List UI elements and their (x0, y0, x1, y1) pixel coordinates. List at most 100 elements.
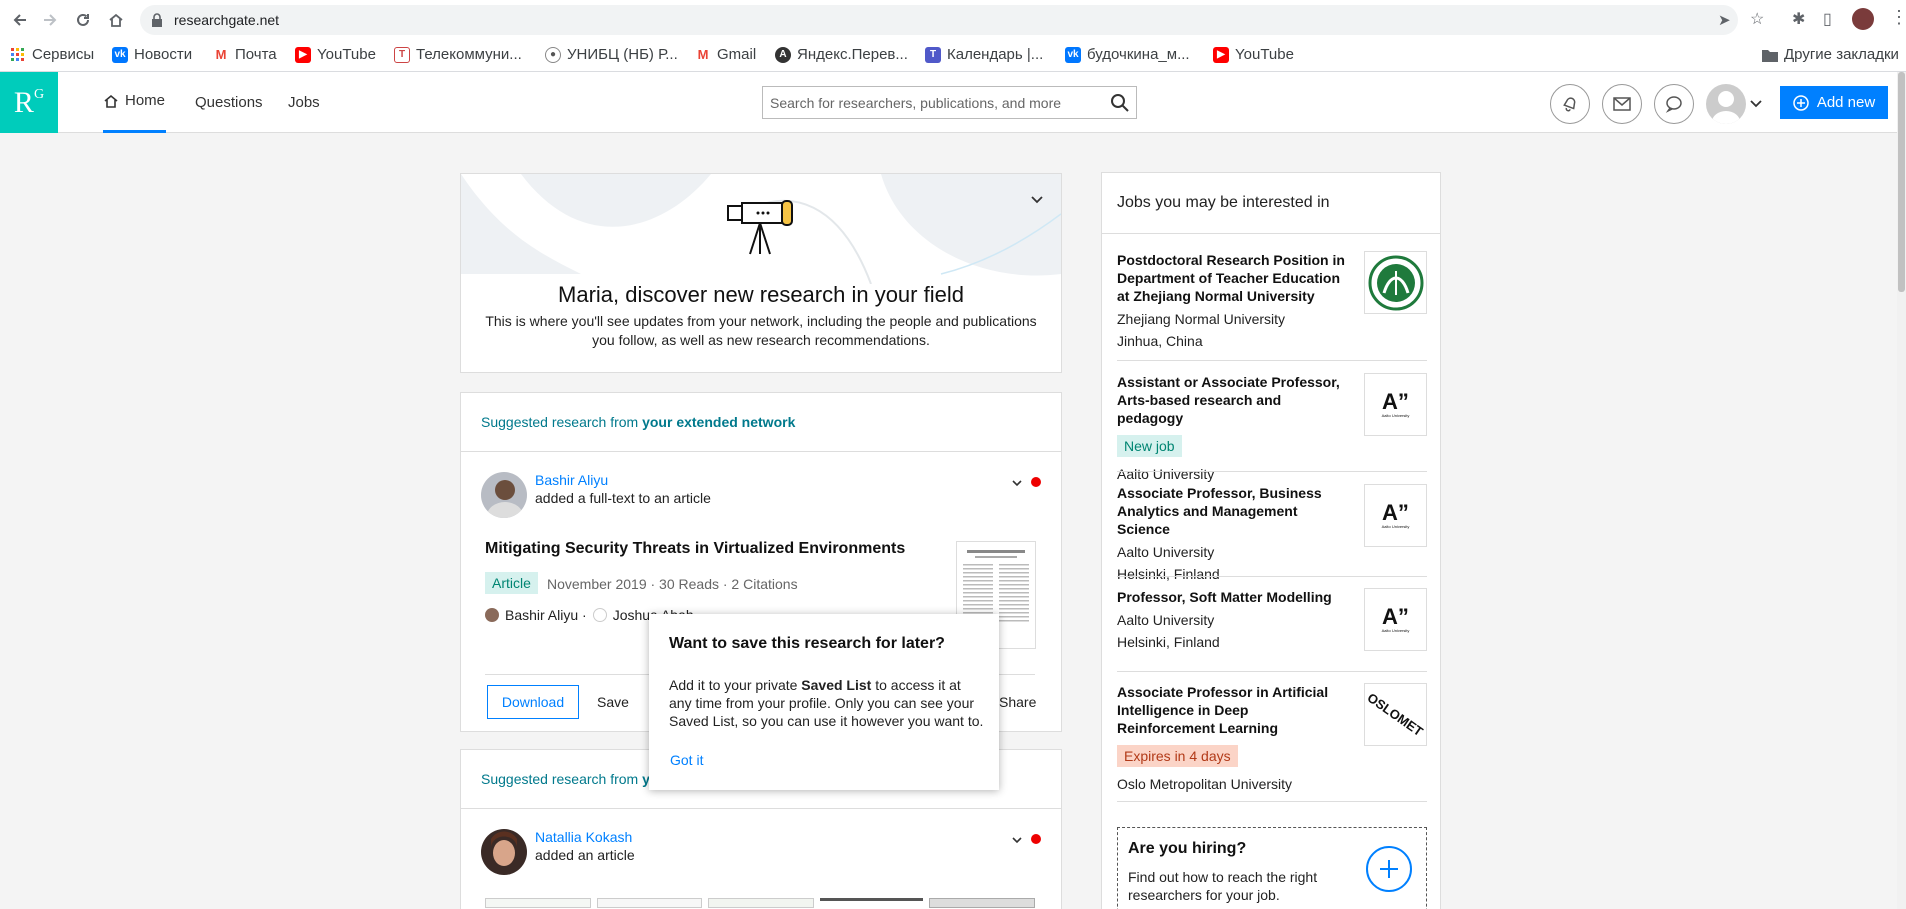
got-it-button[interactable]: Got it (670, 752, 703, 768)
unread-dot (1031, 834, 1041, 844)
divider (1117, 671, 1427, 672)
bookmark-item[interactable]: ▶ YouTube (295, 46, 376, 63)
bookmark-item[interactable]: ● УНИБЦ (НБ) Р... (545, 46, 678, 63)
author-link[interactable]: Bashir Aliyu (535, 472, 608, 488)
teams-icon: T (925, 46, 941, 63)
chat-button[interactable] (1654, 84, 1694, 124)
gmail-icon: M (697, 47, 709, 62)
chevron-down-icon[interactable] (1011, 834, 1023, 846)
popup-title: Want to save this research for later? (669, 635, 945, 652)
bookmark-item[interactable]: M Gmail (695, 46, 757, 63)
notifications-button[interactable] (1550, 84, 1590, 124)
mail-icon (1613, 97, 1631, 111)
bookmark-item[interactable]: T Календарь |... (925, 46, 1043, 63)
job-item[interactable]: Associate Professor, Business Analytics … (1117, 484, 1427, 582)
scrollbar-thumb[interactable] (1898, 72, 1905, 292)
bookmark-item[interactable]: vk будочкина_м... (1065, 46, 1190, 63)
figure-thumbnail[interactable] (596, 898, 703, 908)
figure-thumbnail[interactable] (485, 898, 591, 908)
divider (1117, 801, 1427, 802)
avatar[interactable] (481, 472, 527, 518)
tab-questions[interactable]: Questions (195, 94, 263, 111)
job-title[interactable]: Assistant or Associate Professor, Arts-b… (1117, 373, 1347, 427)
author-name[interactable]: Bashir Aliyu · (505, 607, 587, 623)
search-input[interactable]: Search for researchers, publications, an… (762, 86, 1137, 119)
extended-network-link[interactable]: your extended network (642, 414, 795, 430)
avatar[interactable] (481, 829, 527, 875)
hiring-text: Find out how to reach the right research… (1128, 869, 1318, 903)
divider (461, 808, 1061, 809)
tab-home[interactable]: Home (103, 92, 165, 109)
job-title[interactable]: Professor, Soft Matter Modelling (1117, 588, 1347, 606)
bookmark-star-icon[interactable]: ☆ (1750, 9, 1764, 29)
back-icon[interactable] (8, 8, 32, 32)
tab-jobs[interactable]: Jobs (288, 94, 320, 111)
figure-thumbnail[interactable] (708, 898, 814, 908)
bookmark-item[interactable]: ▶ YouTube (1213, 46, 1294, 63)
university-seal-logo (1364, 251, 1427, 314)
publication-title[interactable]: Mitigating Security Threats in Virtualiz… (485, 540, 905, 558)
divider (1102, 233, 1440, 234)
researchgate-logo[interactable]: RG (0, 72, 58, 133)
messages-button[interactable] (1602, 84, 1642, 124)
hero-text: This is where you'll see updates from yo… (485, 313, 1037, 348)
address-bar[interactable]: researchgate.net ➤ (140, 5, 1738, 35)
extensions-icon[interactable]: ✱ (1792, 9, 1805, 29)
figure-thumbnail[interactable] (929, 898, 1035, 908)
feed-heading: Suggested research from your extended ne… (481, 414, 796, 430)
bookmark-item[interactable]: Сервисы (10, 46, 94, 63)
job-title[interactable]: Associate Professor in Artificial Intell… (1117, 683, 1347, 737)
aalto-logo: A” Aalto University (1364, 588, 1427, 651)
chat-bubble-icon (1665, 96, 1682, 113)
menu-dots-icon[interactable]: ⋮ (1890, 7, 1906, 28)
hiring-title: Are you hiring? (1128, 840, 1247, 857)
browser-toolbar: researchgate.net ➤ ☆ ✱ ▯ ⋮ (0, 0, 1906, 40)
author-avatar (485, 608, 499, 622)
job-item[interactable]: Postdoctoral Research Position in Depart… (1117, 251, 1427, 349)
oslomet-logo: OSLOMET (1364, 683, 1427, 746)
add-new-button[interactable]: Add new (1780, 86, 1888, 119)
send-icon[interactable]: ➤ (1718, 11, 1731, 29)
share-button[interactable]: Share (999, 694, 1036, 710)
author-link[interactable]: Natallia Kokash (535, 829, 632, 845)
other-bookmarks[interactable]: Другие закладки (1762, 46, 1899, 63)
job-item[interactable]: Associate Professor in Artificial Intell… (1117, 683, 1427, 792)
bookmark-item[interactable]: M Почта (213, 46, 277, 63)
bell-icon (1563, 97, 1576, 112)
jobs-title: Jobs you may be interested in (1117, 194, 1330, 211)
article-badge: Article (485, 572, 538, 594)
vk-icon: vk (1065, 46, 1081, 63)
save-tooltip-popup: Want to save this research for later? Ad… (649, 614, 999, 790)
author-avatar (592, 608, 607, 622)
hiring-promo[interactable]: Are you hiring? Find out how to reach th… (1117, 827, 1427, 909)
home-icon (104, 94, 118, 108)
home-icon[interactable] (104, 8, 128, 32)
profile-avatar-icon[interactable] (1852, 8, 1874, 30)
chevron-down-icon[interactable] (1031, 196, 1043, 204)
job-item[interactable]: Assistant or Associate Professor, Arts-b… (1117, 373, 1427, 482)
download-button[interactable]: Download (487, 685, 579, 719)
popup-body: Add it to your private Saved List to acc… (669, 677, 984, 729)
job-item[interactable]: Professor, Soft Matter Modelling Aalto U… (1117, 588, 1427, 651)
page-scrollbar[interactable] (1897, 72, 1906, 909)
save-button[interactable]: Save (597, 694, 629, 710)
gmail-icon: M (215, 47, 227, 62)
user-avatar[interactable] (1706, 84, 1746, 124)
chevron-down-icon[interactable] (1750, 100, 1762, 108)
figure-thumbnail[interactable] (819, 898, 924, 908)
job-title[interactable]: Associate Professor, Business Analytics … (1117, 484, 1347, 538)
reload-icon[interactable] (71, 8, 95, 32)
job-title[interactable]: Postdoctoral Research Position in Depart… (1117, 251, 1347, 305)
search-icon[interactable] (1110, 93, 1130, 113)
publication-meta: November 2019 · 30 Reads · 2 Citations (547, 576, 798, 592)
chevron-down-icon[interactable] (1011, 477, 1023, 489)
bookmark-item[interactable]: A Яндекс.Перев... (775, 46, 908, 63)
job-org: Oslo Metropolitan University (1117, 776, 1293, 792)
bookmark-item[interactable]: vk Новости (112, 46, 192, 63)
forward-icon[interactable] (38, 8, 62, 32)
bookmark-item[interactable]: T Телекоммуни... (394, 46, 522, 63)
site-icon: ● (545, 46, 561, 63)
side-panel-icon[interactable]: ▯ (1823, 9, 1832, 29)
aalto-logo: A” Aalto University (1364, 373, 1427, 436)
post-job-button[interactable] (1366, 846, 1412, 892)
